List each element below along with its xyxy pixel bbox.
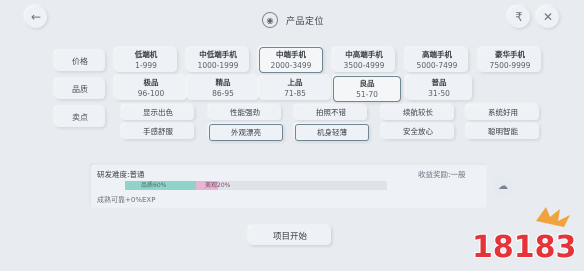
feature-system[interactable]: 系统好用	[467, 105, 539, 120]
attribute-bar: 品质60% 美观20%	[125, 181, 387, 190]
option-range: 2000-3499	[270, 61, 312, 70]
arrow-left-icon: ←	[30, 10, 42, 24]
option-range: 1-999	[135, 61, 157, 70]
quality-option-common[interactable]: 普品 31-50	[406, 76, 472, 100]
price-option-high[interactable]: 高端手机 5000-7499	[406, 48, 468, 72]
quality-option-good[interactable]: 良品 51-70	[333, 76, 401, 102]
option-title: 上品	[287, 78, 303, 87]
price-option-mid-high[interactable]: 中高端手机 3500-4999	[333, 48, 395, 72]
logo-text: 18183	[472, 230, 576, 265]
quality-option-fine[interactable]: 精品 86-95	[187, 76, 259, 100]
option-range: 5000-7499	[416, 61, 458, 70]
feature-thin[interactable]: 机身轻薄	[295, 124, 369, 141]
feature-handfeel[interactable]: 手感舒服	[122, 124, 194, 139]
bonus-text: 收益奖励:一般	[418, 170, 466, 179]
option-title: 普品	[431, 78, 447, 87]
feature-security[interactable]: 安全放心	[382, 124, 454, 139]
page-header: ◉ 产品定位	[262, 10, 324, 30]
option-title: 精品	[215, 78, 231, 87]
option-title: 豪华手机	[495, 50, 525, 59]
features-label: 卖点	[55, 107, 105, 127]
close-icon: ✕	[542, 10, 554, 24]
option-range: 7500-9999	[489, 61, 531, 70]
option-title: 极品	[143, 78, 159, 87]
brain-icon[interactable]: ☁	[493, 176, 513, 196]
feature-performance[interactable]: 性能强劲	[209, 105, 281, 120]
price-label: 价格	[55, 51, 105, 71]
page-title: 产品定位	[286, 16, 325, 27]
option-range: 3500-4999	[343, 61, 385, 70]
back-button[interactable]: ←	[25, 6, 47, 28]
quality-label: 品质	[55, 79, 105, 99]
price-option-luxury[interactable]: 豪华手机 7500-9999	[479, 48, 541, 72]
feature-smart[interactable]: 聪明智能	[467, 124, 539, 139]
quality-bar-label: 品质60%	[141, 182, 167, 189]
yen-icon: ₹	[515, 10, 523, 24]
close-button[interactable]: ✕	[537, 6, 559, 28]
flame-shape	[536, 207, 570, 227]
quality-option-best[interactable]: 极品 96-100	[115, 76, 187, 100]
option-title: 良品	[359, 79, 375, 88]
target-icon: ◉	[262, 12, 278, 28]
option-title: 中端手机	[276, 50, 306, 59]
option-range: 71-85	[284, 89, 306, 98]
price-option-mid[interactable]: 中端手机 2000-3499	[259, 47, 323, 73]
difficulty-text: 研发难度:普通	[97, 170, 145, 179]
option-title: 高端手机	[422, 50, 452, 59]
feature-battery[interactable]: 续航较长	[382, 105, 454, 120]
feature-camera[interactable]: 拍照不错	[295, 105, 367, 120]
option-range: 51-70	[356, 90, 378, 99]
option-title: 中低端手机	[199, 50, 237, 59]
feature-display[interactable]: 显示出色	[122, 105, 194, 120]
start-project-button[interactable]: 项目开始	[249, 226, 331, 245]
currency-button[interactable]: ₹	[508, 6, 530, 28]
option-title: 中高端手机	[345, 50, 383, 59]
option-title: 低端机	[134, 50, 158, 59]
option-range: 1000-1999	[197, 61, 239, 70]
beauty-bar-label: 美观20%	[205, 182, 231, 189]
feature-appearance[interactable]: 外观漂亮	[209, 124, 283, 141]
quality-option-superior[interactable]: 上品 71-85	[259, 76, 331, 100]
price-option-low[interactable]: 低端机 1-999	[115, 48, 177, 72]
site-logo: 18183	[466, 203, 577, 267]
price-option-mid-low[interactable]: 中低端手机 1000-1999	[187, 48, 249, 72]
exp-text: 成熟可靠+0%EXP	[97, 196, 156, 204]
option-range: 96-100	[137, 89, 165, 98]
option-range: 31-50	[428, 89, 450, 98]
option-range: 86-95	[212, 89, 234, 98]
